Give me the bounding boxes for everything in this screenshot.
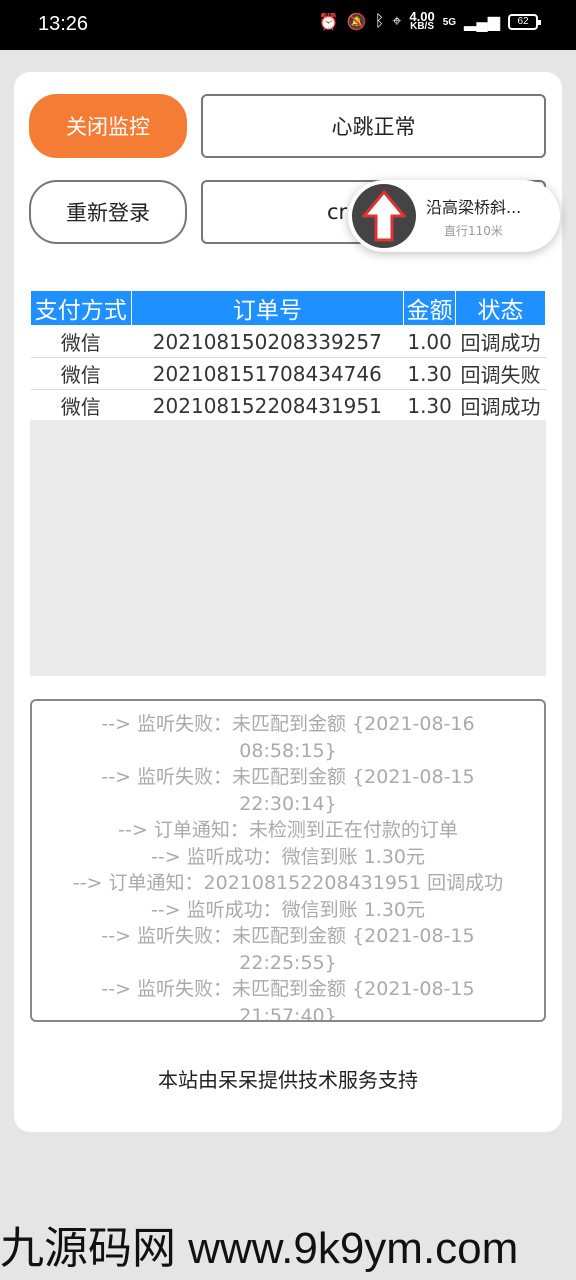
- footer-text: 本站由呆呆提供技术服务支持: [158, 1068, 418, 1092]
- table-empty-area: [30, 420, 546, 676]
- cell-amount: 1.30: [403, 357, 456, 390]
- close-monitor-button[interactable]: 关闭监控: [29, 94, 187, 158]
- log-line: --> 监听失败：未匹配到金额 {2021-08-15: [101, 925, 475, 947]
- cell-order-number: 202108150208339257: [131, 325, 404, 358]
- log-line: --> 订单通知：202108152208431951 回调成功: [72, 872, 504, 894]
- status-time: 13:26: [38, 13, 89, 35]
- log-line: 22:30:14}: [239, 792, 337, 815]
- location-icon: ⌖: [392, 13, 402, 30]
- log-line: --> 监听成功：微信到账 1.30元: [150, 845, 426, 868]
- log-line: --> 监听失败：未匹配到金额 {2021-08-16: [101, 713, 475, 735]
- log-line: --> 监听成功：微信到账 1.30元: [150, 898, 426, 921]
- table-header-row: 支付方式 订单号 金额 状态: [30, 290, 546, 326]
- battery-icon: 62: [508, 14, 541, 30]
- network-label: 5G: [442, 16, 457, 28]
- nav-title: 沿高梁桥斜...: [426, 198, 522, 217]
- relogin-button[interactable]: 重新登录: [29, 180, 187, 244]
- table-row[interactable]: 微信 202108152208431951 1.30 回调成功: [30, 389, 546, 422]
- network-speed: 4.00 KB/S: [409, 9, 435, 32]
- cell-order-number: 202108151708434746: [131, 357, 404, 390]
- cell-status: 回调成功: [455, 325, 546, 358]
- log-line: 08:58:15}: [239, 739, 337, 762]
- navigation-popup[interactable]: 沿高梁桥斜... 直行110米: [348, 180, 560, 252]
- table-row[interactable]: 微信 202108150208339257 1.00 回调成功: [30, 325, 546, 358]
- alarm-icon: ⏰: [318, 14, 339, 31]
- table-row[interactable]: 微信 202108151708434746 1.30 回调失败: [30, 357, 546, 390]
- cell-amount: 1.00: [403, 325, 456, 358]
- orders-table: 支付方式 订单号 金额 状态 微信 202108150208339257 1.0…: [30, 290, 546, 422]
- cell-payment-method: 微信: [30, 357, 131, 390]
- header-payment-method: 支付方式: [30, 290, 132, 326]
- bluetooth-icon: ᛒ: [374, 13, 385, 30]
- cell-status: 回调成功: [455, 389, 546, 422]
- log-line: 21:57:40}: [239, 1004, 337, 1022]
- cell-status: 回调失败: [455, 357, 546, 390]
- cell-order-number: 202108152208431951: [131, 389, 404, 422]
- nav-subtitle: 直行110米: [444, 224, 503, 238]
- cell-payment-method: 微信: [30, 389, 131, 422]
- log-line: --> 监听失败：未匹配到金额 {2021-08-15: [101, 766, 475, 788]
- status-icons: ⏰ 🔕 ᛒ ⌖ 4.00 KB/S 5G ▂▄▆ 62: [318, 9, 541, 32]
- log-line: 22:25:55}: [239, 951, 337, 974]
- header-status: 状态: [455, 290, 546, 326]
- watermark: 九源码网 www.9k9ym.com: [0, 1224, 519, 1273]
- log-panel[interactable]: --> 监听失败：未匹配到金额 {2021-08-16 08:58:15} --…: [30, 699, 546, 1022]
- status-bar: 13:26 ⏰ 🔕 ᛒ ⌖ 4.00 KB/S 5G ▂▄▆ 62: [0, 0, 576, 50]
- log-line: --> 订单通知：未检测到正在付款的订单: [118, 819, 458, 841]
- signal-icon: ▂▄▆: [464, 14, 500, 31]
- heartbeat-status-box: 心跳正常: [201, 94, 546, 158]
- mute-icon: 🔕: [346, 14, 367, 31]
- cell-payment-method: 微信: [30, 325, 131, 358]
- cell-amount: 1.30: [403, 389, 456, 422]
- header-amount: 金额: [403, 290, 457, 326]
- log-line: --> 监听失败：未匹配到金额 {2021-08-15: [101, 978, 475, 1000]
- nav-direction-icon: [352, 184, 416, 248]
- header-order-number: 订单号: [130, 290, 405, 326]
